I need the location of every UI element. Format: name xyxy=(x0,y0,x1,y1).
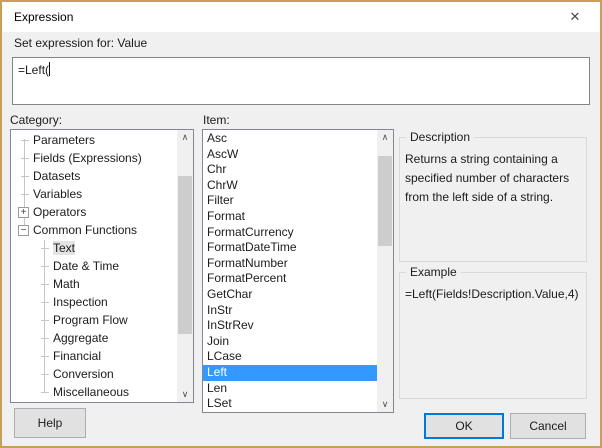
tree-item-label: Conversion xyxy=(53,367,114,381)
set-expression-label: Set expression for: Value xyxy=(14,36,148,50)
help-button[interactable]: Help xyxy=(14,408,86,438)
tree-item-label: Text xyxy=(53,241,76,255)
scroll-down-icon[interactable]: ∨ xyxy=(177,387,193,402)
tree-connector xyxy=(41,355,49,357)
tree-connector xyxy=(41,283,49,285)
tree-item[interactable]: Datasets xyxy=(11,167,177,185)
description-text: Returns a string containing a specified … xyxy=(405,152,570,204)
text-caret xyxy=(49,62,51,76)
example-text: =Left(Fields!Description.Value,4) xyxy=(405,287,579,301)
title-bar: Expression ✕ xyxy=(2,2,600,32)
tree-item[interactable]: Conversion xyxy=(11,365,177,383)
list-item[interactable]: LSet xyxy=(203,396,377,412)
tree-item[interactable]: Text xyxy=(11,239,177,257)
ok-button[interactable]: OK xyxy=(424,413,504,439)
item-label: Item: xyxy=(203,113,230,127)
tree-item-label: Aggregate xyxy=(53,331,109,345)
function-scroll-thumb[interactable] xyxy=(378,156,392,246)
tree-connector xyxy=(41,319,49,321)
cancel-button[interactable]: Cancel xyxy=(510,413,586,439)
list-item[interactable]: GetChar xyxy=(203,287,377,303)
tree-item-label: Program Flow xyxy=(53,313,128,327)
list-item[interactable]: InStrRev xyxy=(203,318,377,334)
list-item[interactable]: Join xyxy=(203,334,377,350)
tree-connector xyxy=(21,193,29,195)
tree-item-label: Variables xyxy=(33,187,83,201)
tree-item-label: Datasets xyxy=(33,169,81,183)
list-item[interactable]: Left xyxy=(203,364,377,381)
category-tree[interactable]: Parameters Fields (Expressions) Datasets xyxy=(10,129,194,403)
tree-item[interactable]: + Operators xyxy=(11,203,177,221)
tree-item-label: Financial xyxy=(53,349,102,363)
description-title: Description xyxy=(406,130,475,144)
dialog-title: Expression xyxy=(14,10,74,24)
scroll-up-icon[interactable]: ∧ xyxy=(377,130,393,145)
function-list[interactable]: Asc AscW Chr ChrW Filter Format FormatCu… xyxy=(202,129,394,413)
tree-item[interactable]: Financial xyxy=(11,347,177,365)
tree-item-label: Operators xyxy=(33,205,87,219)
description-panel: Description Returns a string containing … xyxy=(399,130,587,262)
list-item[interactable]: FormatCurrency xyxy=(203,225,377,241)
tree-item[interactable]: Inspection xyxy=(11,293,177,311)
tree-item-label: Date & Time xyxy=(53,259,120,273)
tree-connector xyxy=(41,301,49,303)
list-item[interactable]: AscW xyxy=(203,147,377,163)
tree-item[interactable]: Variables xyxy=(11,185,177,203)
list-item[interactable]: Format xyxy=(203,209,377,225)
tree-connector xyxy=(41,337,49,339)
tree-expander-icon[interactable]: − xyxy=(18,224,29,236)
set-expression-row: Set expression for: Value xyxy=(2,32,600,56)
tree-expander-icon[interactable]: + xyxy=(18,206,29,218)
tree-item[interactable]: Miscellaneous xyxy=(11,383,177,401)
tree-item[interactable]: Date & Time xyxy=(11,257,177,275)
example-panel: Example =Left(Fields!Description.Value,4… xyxy=(399,265,587,399)
scroll-down-icon[interactable]: ∨ xyxy=(377,397,393,412)
tree-item-label: Math xyxy=(53,277,80,291)
function-list-scrollbar[interactable]: ∧ ∨ xyxy=(377,130,393,412)
example-title: Example xyxy=(406,265,461,279)
tree-item-label: Fields (Expressions) xyxy=(33,151,142,165)
list-item[interactable]: Filter xyxy=(203,193,377,209)
tree-item[interactable]: Math xyxy=(11,275,177,293)
tree-item-label: Miscellaneous xyxy=(53,385,130,399)
list-item[interactable]: LCase xyxy=(203,349,377,365)
expression-input[interactable]: =Left( xyxy=(12,57,590,105)
tree-connector xyxy=(21,139,29,141)
category-label: Category: xyxy=(10,113,63,127)
tree-item-label: Common Functions xyxy=(33,223,138,237)
list-item[interactable]: Len xyxy=(203,381,377,397)
list-item[interactable]: FormatNumber xyxy=(203,256,377,272)
tree-item[interactable]: Aggregate xyxy=(11,329,177,347)
tree-item[interactable]: − Common Functions xyxy=(11,221,177,239)
category-tree-rows: Parameters Fields (Expressions) Datasets xyxy=(11,131,177,402)
tree-connector xyxy=(41,373,49,375)
tree-item-label: Parameters xyxy=(33,133,96,147)
tree-connector xyxy=(21,175,29,177)
tree-item[interactable]: Program Flow xyxy=(11,311,177,329)
tree-connector xyxy=(21,157,29,159)
tree-item-label: Inspection xyxy=(53,295,108,309)
list-item[interactable]: Asc xyxy=(203,131,377,147)
category-scrollbar[interactable]: ∧ ∨ xyxy=(177,130,193,402)
tree-item[interactable]: Fields (Expressions) xyxy=(11,149,177,167)
list-item[interactable]: FormatPercent xyxy=(203,271,377,287)
tree-connector xyxy=(41,391,49,393)
list-item[interactable]: Chr xyxy=(203,162,377,178)
function-list-rows: Asc AscW Chr ChrW Filter Format FormatCu… xyxy=(203,131,377,412)
tree-connector xyxy=(41,247,49,249)
close-icon[interactable]: ✕ xyxy=(556,4,594,30)
list-item[interactable]: FormatDateTime xyxy=(203,240,377,256)
list-item[interactable]: InStr xyxy=(203,303,377,319)
list-item[interactable]: ChrW xyxy=(203,178,377,194)
expression-value: =Left( xyxy=(18,63,50,77)
tree-connector xyxy=(41,265,49,267)
tree-item[interactable]: Parameters xyxy=(11,131,177,149)
category-scroll-thumb[interactable] xyxy=(178,176,192,334)
expression-dialog: Expression ✕ Set expression for: Value =… xyxy=(0,0,602,448)
scroll-up-icon[interactable]: ∧ xyxy=(177,130,193,145)
